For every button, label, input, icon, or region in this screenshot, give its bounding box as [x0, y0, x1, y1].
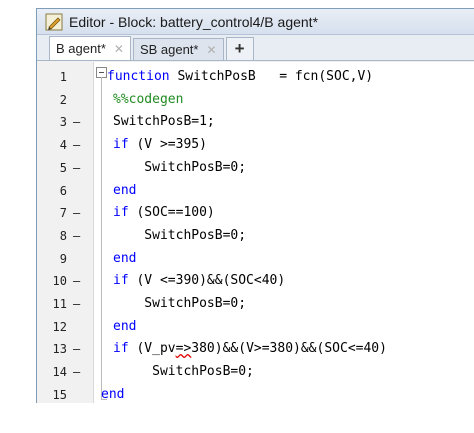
line-number: 14 — [52, 365, 67, 380]
line-number: 1 — [59, 70, 67, 84]
code-token: (V >=395) — [136, 137, 207, 153]
code-text: end — [113, 248, 136, 270]
code-token: 380)&&(V>=380)&&(SOC<=40) — [191, 341, 387, 357]
keyword-token: if — [113, 341, 137, 357]
code-editor[interactable]: 1 function SwitchPosB = fcn(SOC,V) 2 %%code… — [37, 62, 474, 403]
code-text: SwitchPosB=0; — [113, 157, 246, 179]
line-number: 6 — [59, 183, 67, 198]
line-number: 15 — [52, 387, 67, 402]
code-line[interactable]: 5– SwitchPosB=0; — [37, 157, 474, 179]
keyword-token: end — [101, 386, 125, 402]
title-bar: Editor - Block: battery_control4/B agent… — [37, 9, 474, 35]
code-text: SwitchPosB=1; — [113, 111, 215, 133]
code-line[interactable]: 12 end — [37, 316, 474, 338]
add-tab-button[interactable]: + — [225, 37, 254, 60]
line-number: 10 — [52, 274, 67, 289]
code-text: if (V <=390)&&(SOC<40) — [113, 270, 285, 292]
code-text: if (V_pv=>380)&&(V>=380)&&(SOC<=40) — [113, 338, 387, 360]
keyword-token: end — [113, 318, 137, 334]
line-number: 11 — [52, 297, 67, 311]
code-text: if (SOC==100) — [113, 202, 215, 224]
code-token: SwitchPosB = fcn(SOC,V) — [177, 69, 374, 84]
line-number: 3 — [59, 115, 67, 130]
keyword-token: if — [113, 205, 137, 221]
breakpoint-marker[interactable]: – — [73, 225, 87, 247]
breakpoint-marker[interactable]: – — [73, 111, 87, 133]
code-line[interactable]: 3– SwitchPosB=1; — [37, 111, 474, 133]
keyword-token: end — [113, 250, 137, 266]
line-number: 5 — [59, 160, 67, 175]
code-token: SwitchPosB=0; — [113, 364, 254, 380]
tab-b-agent[interactable]: B agent* ✕ — [49, 36, 131, 60]
editor-pencil-icon — [45, 13, 63, 31]
code-text: %%codegen — [113, 89, 183, 111]
tab-label: SB agent* — [139, 42, 199, 57]
code-line[interactable]: 15 end — [37, 384, 474, 403]
code-line[interactable]: 9 end — [37, 248, 474, 270]
comment-token: %%codegen — [113, 91, 184, 107]
code-token: SwitchPosB=0; — [113, 159, 247, 175]
close-icon[interactable]: ✕ — [114, 42, 124, 56]
line-number: 8 — [59, 228, 67, 243]
keyword-token: if — [113, 273, 137, 289]
line-number: 9 — [59, 251, 67, 266]
breakpoint-marker[interactable]: – — [73, 134, 87, 156]
code-line[interactable]: 6 end — [37, 180, 474, 202]
code-line[interactable]: 8– SwitchPosB=0; — [37, 225, 474, 247]
code-text: end — [113, 180, 136, 202]
code-text: end — [101, 384, 124, 403]
keyword-token: end — [113, 182, 137, 198]
code-text: if (V >=395) — [113, 134, 207, 156]
breakpoint-marker[interactable]: – — [73, 338, 87, 360]
code-text: function SwitchPosB = fcn(SOC,V) — [107, 66, 373, 88]
code-line[interactable]: 7– if (SOC==100) — [37, 202, 474, 224]
code-line[interactable]: 11– SwitchPosB=0; — [37, 293, 474, 315]
code-line[interactable]: 2 %%codegen — [37, 89, 474, 111]
code-line[interactable]: 4– if (V >=395) — [37, 134, 474, 156]
line-number: 12 — [52, 319, 67, 334]
code-token: SwitchPosB=1; — [113, 114, 215, 130]
breakpoint-marker[interactable]: – — [73, 293, 87, 315]
editor-window: Editor - Block: battery_control4/B agent… — [36, 8, 474, 403]
window-title: Editor - Block: battery_control4/B agent… — [69, 13, 319, 30]
breakpoint-marker[interactable]: – — [73, 202, 87, 224]
breakpoint-marker[interactable]: – — [73, 270, 87, 292]
code-token: SwitchPosB=0; — [113, 227, 247, 243]
breakpoint-marker[interactable]: – — [73, 361, 87, 383]
code-line[interactable]: 14– SwitchPosB=0; — [37, 361, 474, 383]
code-text: SwitchPosB=0; — [113, 225, 246, 247]
tab-label: B agent* — [56, 41, 106, 56]
code-token: (V_pv — [136, 341, 176, 357]
line-number: 4 — [59, 138, 67, 153]
line-number: 7 — [59, 206, 67, 221]
line-number: 2 — [59, 92, 67, 107]
code-line[interactable]: 10– if (V <=390)&&(SOC<40) — [37, 270, 474, 292]
code-text: end — [113, 316, 136, 338]
close-icon[interactable]: ✕ — [206, 43, 216, 57]
breakpoint-marker[interactable]: – — [73, 157, 87, 179]
tab-sb-agent[interactable]: SB agent* ✕ — [132, 38, 224, 60]
line-number: 13 — [52, 342, 67, 357]
code-line[interactable]: 1 function SwitchPosB = fcn(SOC,V) — [37, 66, 474, 88]
code-token: (SOC==100) — [136, 205, 215, 221]
tab-bar: B agent* ✕ SB agent* ✕ + — [37, 35, 474, 61]
code-token: (V <=390)&&(SOC<40) — [136, 273, 286, 289]
code-token: => — [175, 341, 192, 357]
code-token: SwitchPosB=0; — [113, 296, 247, 311]
keyword-token: function — [107, 69, 178, 84]
code-text: SwitchPosB=0; — [113, 293, 246, 315]
code-text: SwitchPosB=0; — [113, 361, 254, 383]
code-line[interactable]: 13– if (V_pv=>380)&&(V>=380)&&(SOC<=40) — [37, 338, 474, 360]
keyword-token: if — [113, 137, 137, 153]
